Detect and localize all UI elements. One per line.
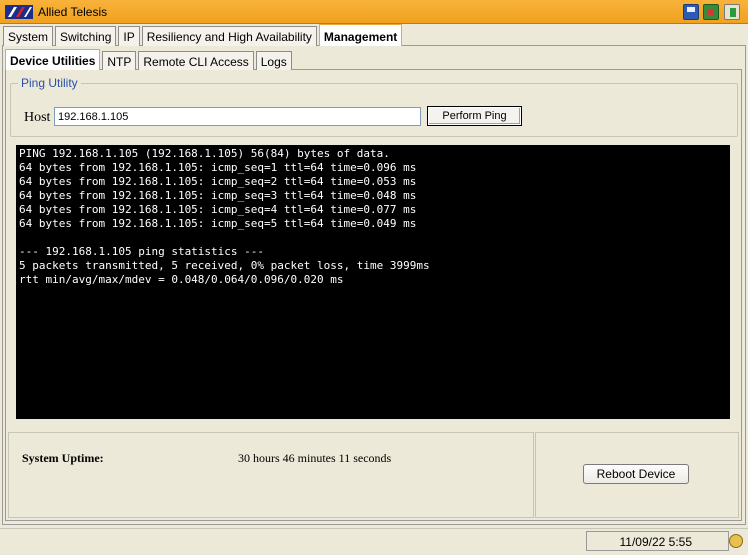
app-title: Allied Telesis bbox=[38, 5, 108, 19]
reboot-device-button[interactable]: Reboot Device bbox=[583, 464, 689, 484]
tab-management[interactable]: Management bbox=[318, 24, 403, 46]
network-icon[interactable] bbox=[703, 4, 719, 20]
system-uptime-label: System Uptime: bbox=[22, 451, 104, 465]
exit-icon[interactable] bbox=[724, 4, 740, 20]
tab-switching[interactable]: Switching bbox=[55, 26, 117, 46]
title-bar: Allied Telesis bbox=[0, 0, 748, 24]
subtab-ntp[interactable]: NTP bbox=[102, 51, 137, 70]
subtab-logs[interactable]: Logs bbox=[255, 51, 292, 70]
subtab-remote-cli[interactable]: Remote CLI Access bbox=[138, 51, 254, 70]
main-tabs: System Switching IP Resiliency and High … bbox=[3, 24, 404, 46]
uptime-panel bbox=[8, 432, 534, 518]
save-icon[interactable] bbox=[683, 4, 699, 20]
ping-utility-title: Ping Utility bbox=[18, 76, 81, 90]
clock-icon[interactable] bbox=[729, 534, 743, 548]
tab-resiliency[interactable]: Resiliency and High Availability bbox=[141, 26, 317, 46]
sub-tabs: Device Utilities NTP Remote CLI Access L… bbox=[5, 49, 294, 70]
tab-system[interactable]: System bbox=[3, 26, 54, 46]
datetime-display: 11/09/22 5:55 bbox=[586, 531, 729, 551]
host-input[interactable] bbox=[54, 107, 421, 126]
host-label: Host bbox=[24, 110, 51, 125]
tab-ip[interactable]: IP bbox=[118, 26, 140, 46]
ping-output-console: PING 192.168.1.105 (192.168.1.105) 56(84… bbox=[16, 145, 730, 419]
perform-ping-button[interactable]: Perform Ping bbox=[427, 106, 522, 126]
allied-telesis-logo-icon bbox=[5, 5, 33, 19]
system-uptime-value: 30 hours 46 minutes 11 seconds bbox=[238, 451, 392, 465]
subtab-device-utilities[interactable]: Device Utilities bbox=[5, 49, 101, 70]
